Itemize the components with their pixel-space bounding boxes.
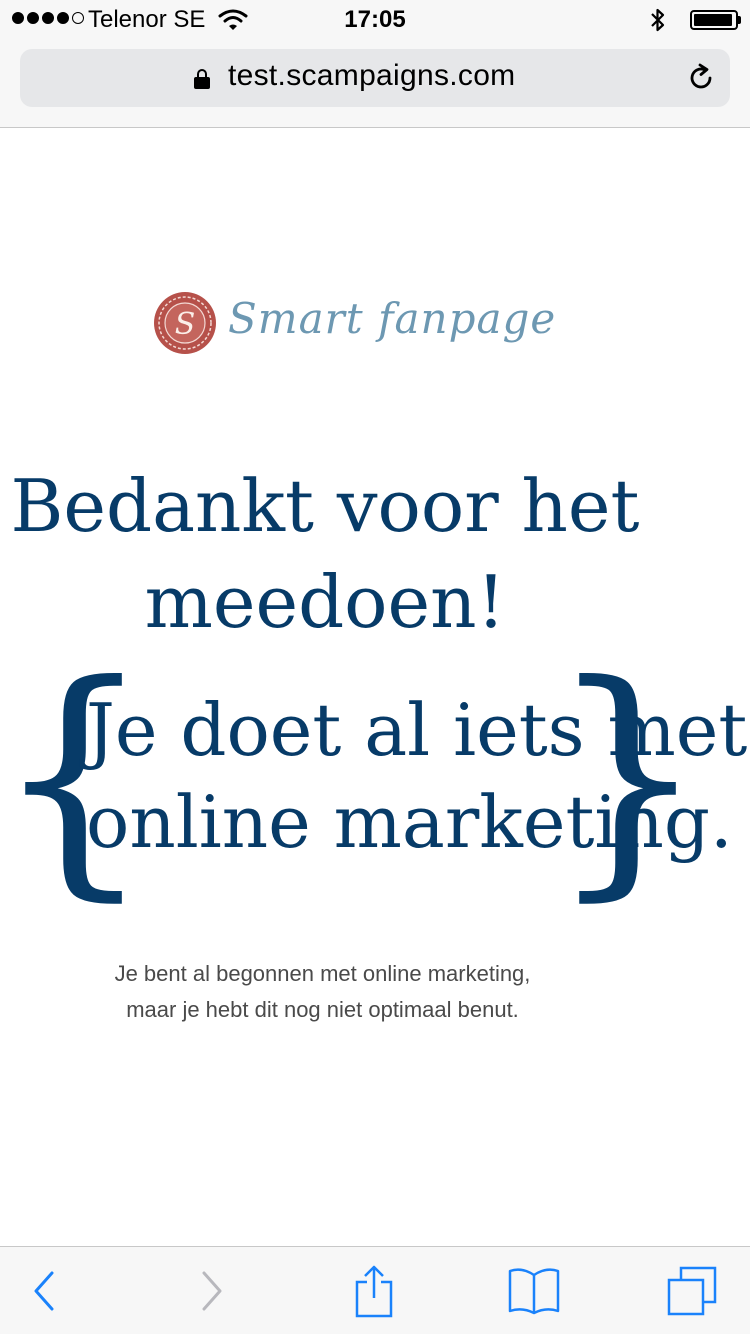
body-text: Je bent al begonnen met online marketing…: [114, 961, 531, 1022]
browser-toolbar: [0, 1246, 750, 1334]
page-title: Bedankt voor het meedoen!: [10, 464, 640, 644]
logo-text: Smart fanpage: [228, 294, 557, 343]
forward-button[interactable]: [182, 1261, 242, 1321]
svg-text:S: S: [175, 307, 196, 342]
smart-fanpage-logo: S Smart fanpage: [152, 288, 555, 360]
tabs-button[interactable]: [662, 1261, 722, 1321]
clock: 17:05: [344, 6, 406, 33]
logo-seal-icon: S: [154, 292, 216, 354]
tabs-icon: [667, 1266, 717, 1316]
battery-icon: [690, 10, 738, 30]
back-button[interactable]: [14, 1261, 74, 1321]
bookmarks-button[interactable]: [504, 1261, 564, 1321]
forward-icon: [202, 1271, 222, 1311]
share-button[interactable]: [344, 1261, 404, 1321]
address-bar[interactable]: test.scampaigns.com: [20, 49, 730, 107]
share-icon: [355, 1265, 393, 1318]
bluetooth-icon: [651, 8, 665, 32]
browser-address-area: test.scampaigns.com: [0, 40, 750, 128]
status-bar: Telenor SE 17:05: [0, 0, 750, 40]
reload-icon[interactable]: [686, 63, 716, 93]
right-brace-decoration: }: [548, 631, 708, 922]
back-icon: [34, 1271, 54, 1311]
battery-tip: [738, 16, 741, 24]
lock-icon: [194, 69, 210, 89]
url-text: test.scampaigns.com: [228, 59, 516, 92]
bookmarks-icon: [508, 1268, 560, 1315]
